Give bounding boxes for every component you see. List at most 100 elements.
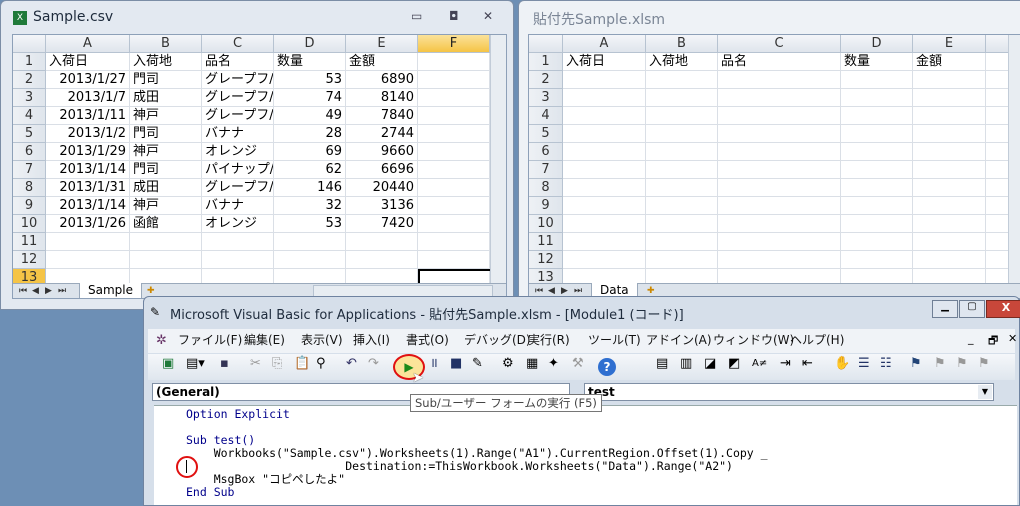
cell[interactable]: 数量 [841,53,913,71]
row-header[interactable]: 5 [529,125,563,143]
list-constants-icon[interactable]: ▥ [680,354,692,374]
row-header[interactable]: 6 [529,143,563,161]
save-icon[interactable]: ▪ [220,354,229,374]
menu-item[interactable]: 表示(V) [301,329,343,351]
cell[interactable] [841,125,913,143]
cell[interactable] [913,215,986,233]
cell[interactable] [563,89,646,107]
cell[interactable] [718,143,841,161]
cell[interactable]: 28 [274,125,346,143]
row-header[interactable]: 11 [13,233,46,251]
cell[interactable] [418,197,490,215]
row-header[interactable]: 1 [529,53,563,71]
row-header[interactable]: 12 [13,251,46,269]
cell[interactable] [913,89,986,107]
cell[interactable] [46,233,130,251]
cell[interactable] [841,161,913,179]
help-icon[interactable]: ? [598,358,616,376]
cell[interactable] [646,197,718,215]
cell[interactable] [913,161,986,179]
sheet-nav-icon[interactable]: ⏮ [19,284,27,298]
cell[interactable] [418,143,490,161]
cell[interactable]: 62 [274,161,346,179]
cell[interactable] [718,161,841,179]
cell[interactable]: 74 [274,89,346,107]
properties-icon[interactable]: ▦ [526,354,538,374]
cell[interactable] [202,251,274,269]
cell[interactable] [418,71,490,89]
cell[interactable] [418,233,490,251]
cell[interactable] [418,89,490,107]
uncomment-block-icon[interactable]: ☷ [880,354,892,374]
menu-item[interactable]: ツール(T) [588,329,641,351]
cell[interactable]: 函館 [130,215,202,233]
clear-bookmarks-icon[interactable]: ⚑ [978,354,990,374]
row-header[interactable]: 10 [13,215,46,233]
cell[interactable]: 7840 [346,107,418,125]
cell[interactable] [718,215,841,233]
find-icon[interactable]: ⚲ [316,354,326,374]
minimize-button[interactable]: ▭ [411,9,422,23]
cell[interactable] [563,161,646,179]
cell[interactable] [841,197,913,215]
cell[interactable]: 69 [274,143,346,161]
sheet-tab-sample[interactable]: Sample [79,283,142,298]
cell[interactable]: 成田 [130,179,202,197]
cell[interactable] [913,251,986,269]
mdi-control-icon[interactable]: 🗗 [988,332,998,351]
row-header[interactable]: 11 [529,233,563,251]
cell[interactable] [841,233,913,251]
cell[interactable] [646,161,718,179]
row-header[interactable]: 7 [13,161,46,179]
row-header[interactable]: 2 [529,71,563,89]
row-header[interactable]: 8 [529,179,563,197]
row-header[interactable]: 4 [529,107,563,125]
cell[interactable]: 49 [274,107,346,125]
copy-icon[interactable]: ⎘ [272,354,282,374]
quick-info-icon[interactable]: ◪ [704,354,716,374]
cell[interactable]: グレープフ/ [202,179,274,197]
cell[interactable]: 2744 [346,125,418,143]
cell[interactable] [646,251,718,269]
sheet-nav-icon[interactable]: ▶ [45,284,52,298]
cell[interactable] [718,179,841,197]
cell[interactable]: 2013/1/27 [46,71,130,89]
cut-icon[interactable]: ✂ [250,354,261,374]
redo-icon[interactable]: ↷ [368,354,379,374]
cell[interactable]: パイナップ/ [202,161,274,179]
row-header[interactable]: 7 [529,161,563,179]
cell[interactable]: 2013/1/26 [46,215,130,233]
row-header[interactable]: 6 [13,143,46,161]
cell[interactable] [346,233,418,251]
reset-icon[interactable]: ■ [450,354,462,374]
cell[interactable]: 成田 [130,89,202,107]
cell[interactable]: 門司 [130,71,202,89]
toggle-breakpoint-icon[interactable]: ✋ [834,354,850,374]
column-header[interactable]: B [130,35,202,53]
mdi-control-icon[interactable]: ✕ [1008,332,1017,345]
cell[interactable] [646,107,718,125]
cell[interactable] [274,233,346,251]
cell[interactable]: 神戸 [130,143,202,161]
cell[interactable]: 神戸 [130,107,202,125]
cell[interactable] [718,251,841,269]
cell[interactable] [46,251,130,269]
menu-item[interactable]: ファイル(F) [178,329,242,351]
cell[interactable] [418,125,490,143]
next-bookmark-icon[interactable]: ⚑ [934,354,946,374]
cell[interactable] [563,71,646,89]
cell[interactable]: 20440 [346,179,418,197]
cell[interactable]: 2013/1/7 [46,89,130,107]
indent-icon[interactable]: ⇥ [780,354,791,374]
cell[interactable]: バナナ [202,197,274,215]
close-button[interactable]: X [986,300,1020,318]
cell[interactable]: 2013/1/14 [46,197,130,215]
cell[interactable] [646,71,718,89]
cell[interactable]: 2013/1/2 [46,125,130,143]
row-header[interactable]: 3 [13,89,46,107]
cell[interactable] [841,143,913,161]
vertical-scrollbar[interactable] [490,35,506,283]
cell[interactable] [646,125,718,143]
select-all-corner[interactable] [529,35,563,53]
cell[interactable] [563,215,646,233]
